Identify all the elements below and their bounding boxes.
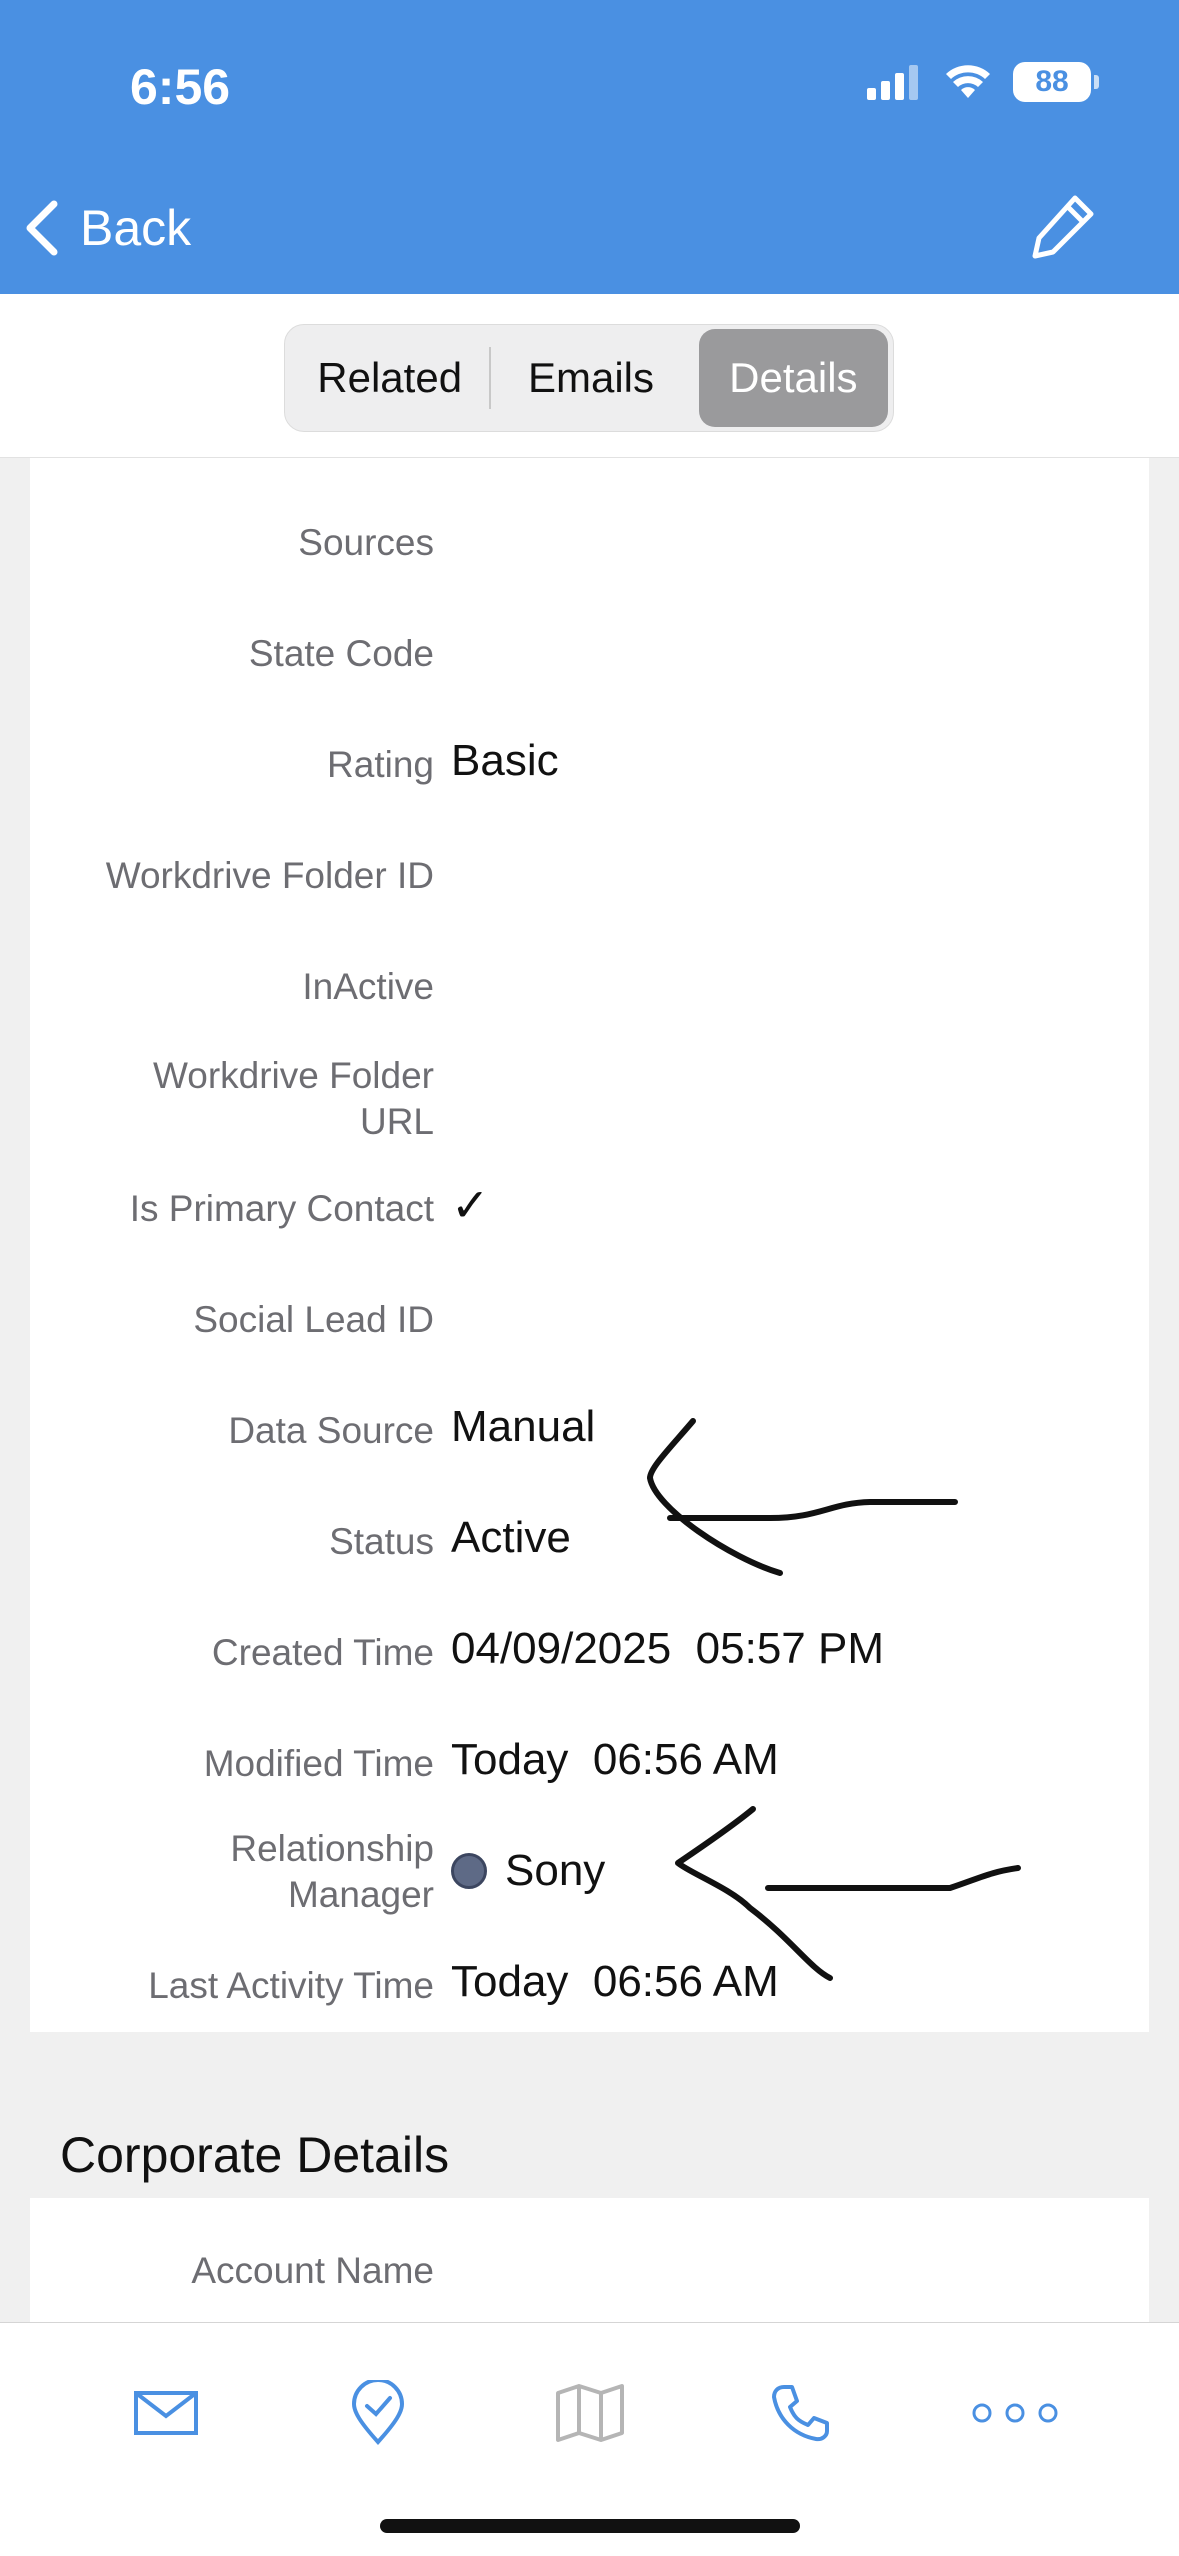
back-label: Back xyxy=(80,200,192,256)
status-time: 6:56 xyxy=(130,59,231,115)
field-label-last-activity-time: Last Activity Time xyxy=(148,1965,434,2006)
battery-icon: 88 xyxy=(1013,62,1099,102)
tab-details[interactable]: Details xyxy=(698,329,889,427)
field-label-data-source: Data Source xyxy=(228,1410,434,1451)
more-button[interactable] xyxy=(970,2373,1060,2453)
battery-level: 88 xyxy=(1035,65,1069,98)
field-label-account-name: Account Name xyxy=(191,2250,434,2291)
field-label-inactive: InActive xyxy=(302,966,434,1007)
checkmark-icon: ✓ xyxy=(451,1179,490,1231)
field-label-rating: Rating xyxy=(327,744,434,785)
field-label-modified-time: Modified Time xyxy=(203,1743,434,1784)
tab-emails[interactable]: Emails xyxy=(491,329,690,427)
tab-related[interactable]: Related xyxy=(290,329,489,427)
mail-button[interactable] xyxy=(126,2373,206,2453)
field-value-data-source: Manual xyxy=(451,1402,596,1451)
map-icon xyxy=(556,2384,624,2442)
field-label-sources: Sources xyxy=(298,522,434,563)
section-title-corporate: Corporate Details xyxy=(60,2127,450,2183)
segmented-control: Related Emails Details xyxy=(284,324,894,432)
field-label-social-lead-id: Social Lead ID xyxy=(193,1299,434,1340)
segment-area: Related Emails Details xyxy=(0,294,1179,458)
field-value-created-time: 04/09/2025 05:57 PM xyxy=(451,1624,884,1673)
user-dot-icon xyxy=(451,1853,487,1889)
field-label-state-code: State Code xyxy=(248,633,434,674)
phone-icon xyxy=(772,2385,829,2442)
hand-drawn-arrow-status xyxy=(647,1418,958,1576)
more-icon xyxy=(972,2403,1058,2423)
relationship-manager-name: Sony xyxy=(505,1846,606,1895)
details-card: Sources State Code Rating Basic Workdriv… xyxy=(30,458,1149,2032)
annotation-layer xyxy=(647,1418,1021,1981)
field-label-created-time: Created Time xyxy=(211,1632,434,1673)
field-value-modified-time: Today 06:56 AM xyxy=(451,1735,779,1784)
map-button[interactable] xyxy=(550,2373,630,2453)
pencil-icon[interactable] xyxy=(1027,190,1099,262)
field-label-is-primary-contact: Is Primary Contact xyxy=(129,1188,434,1229)
corporate-card: Account Name xyxy=(30,2198,1149,2328)
checkin-icon xyxy=(351,2380,405,2445)
field-label-workdrive-folder-id: Workdrive Folder ID xyxy=(105,855,434,896)
phone-button[interactable] xyxy=(760,2373,840,2453)
signal-icon xyxy=(867,65,918,100)
field-label-relationship-manager: Relationship Manager xyxy=(230,1828,434,1915)
home-indicator xyxy=(380,2519,800,2533)
mail-icon xyxy=(134,2391,198,2435)
relationship-manager-value[interactable]: Sony xyxy=(451,1844,605,1898)
hand-drawn-arrow-relationship-manager xyxy=(675,1806,1021,1981)
status-icons: 88 xyxy=(867,62,1099,102)
status-bar: 6:56 88 xyxy=(0,0,1179,160)
back-button[interactable]: Back xyxy=(22,198,191,258)
nav-bar: Back xyxy=(0,160,1179,294)
field-label-workdrive-folder-url: Workdrive Folder URL xyxy=(152,1055,434,1142)
wifi-icon xyxy=(946,65,990,98)
field-label-status: Status xyxy=(329,1521,434,1562)
field-value-last-activity-time: Today 06:56 AM xyxy=(451,1957,779,2006)
checkin-button[interactable] xyxy=(338,2373,418,2453)
chevron-left-icon xyxy=(26,200,58,256)
field-value-rating: Basic xyxy=(451,736,559,785)
bottom-toolbar xyxy=(0,2322,1179,2556)
field-value-status: Active xyxy=(451,1513,571,1562)
